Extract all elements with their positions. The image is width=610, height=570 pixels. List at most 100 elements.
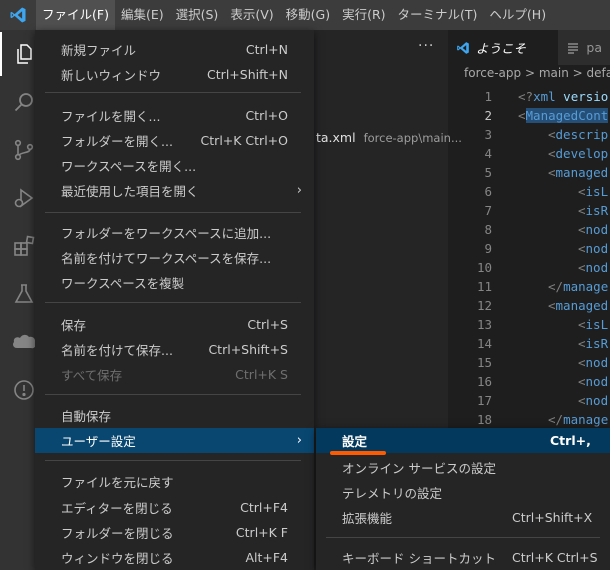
menu-item-duplicate-workspace[interactable]: ワークスペースを複製	[35, 270, 314, 295]
editor-breadcrumbs[interactable]: force-app > main > defau	[464, 66, 610, 80]
menu-item-auto-save[interactable]: 自動保存	[35, 403, 314, 428]
vscode-logo-icon[interactable]	[0, 0, 36, 30]
line-number: 14	[476, 336, 492, 351]
menu-item-add-folder-to-workspace[interactable]: フォルダーをワークスペースに追加...	[35, 220, 314, 245]
menu-item-shortcut: Ctrl+Shift+S	[208, 342, 288, 357]
line-number: 11	[476, 279, 492, 294]
menu-item-shortcut: Ctrl+K Ctrl+O	[200, 133, 288, 148]
code-line[interactable]: 18 </manage	[448, 410, 610, 429]
code-line[interactable]: 4 <develop	[448, 144, 610, 163]
menu-go[interactable]: 移動(G)	[280, 0, 336, 30]
code-line[interactable]: 1 <?xml versio	[448, 87, 610, 106]
menu-terminal[interactable]: ターミナル(T)	[392, 0, 484, 30]
code-line[interactable]: 16 <nod	[448, 372, 610, 391]
menu-selection[interactable]: 選択(S)	[170, 0, 225, 30]
menu-file[interactable]: ファイル(F)	[36, 0, 115, 30]
menu-item-shortcut: Ctrl+F4	[240, 500, 288, 515]
line-number: 8	[484, 222, 492, 237]
code-line[interactable]: 2 <ManagedCont	[448, 106, 610, 125]
code-line[interactable]: 14 <isR	[448, 334, 610, 353]
preferences-submenu: 設定 Ctrl+, オンライン サービスの設定 テレメトリの設定 拡張機能 Ct…	[316, 428, 610, 570]
menu-item-open-workspace[interactable]: ワークスペースを開く...	[35, 153, 314, 178]
menu-item-close-folder[interactable]: フォルダーを閉じる Ctrl+K F	[35, 520, 314, 545]
file-menu: 新規ファイル Ctrl+N 新しいウィンドウ Ctrl+Shift+N ファイル…	[35, 30, 314, 570]
submenu-item-label: オンライン サービスの設定	[342, 461, 496, 476]
menu-help[interactable]: ヘルプ(H)	[483, 0, 552, 30]
submenu-item-shortcut: Ctrl+,	[550, 433, 591, 448]
menu-item-preferences[interactable]: ユーザー設定 ›	[35, 428, 314, 453]
menu-item-save-workspace-as[interactable]: 名前を付けてワークスペースを保存...	[35, 245, 314, 270]
menu-item-label: フォルダーをワークスペースに追加...	[61, 226, 272, 241]
tab-welcome[interactable]: ようこそ	[448, 30, 559, 65]
menu-item-label: ユーザー設定	[61, 434, 136, 449]
tab-file[interactable]: pa	[558, 30, 610, 65]
submenu-item-settings[interactable]: 設定 Ctrl+,	[316, 428, 610, 453]
line-number: 6	[484, 184, 492, 199]
code-line[interactable]: 5 <managed	[448, 163, 610, 182]
vscode-logo-icon	[457, 41, 469, 54]
open-editor-filename: ta.xml	[316, 130, 356, 145]
menu-view[interactable]: 表示(V)	[224, 0, 279, 30]
code-line[interactable]: 7 <isR	[448, 201, 610, 220]
menu-item-open-recent[interactable]: 最近使用した項目を開く ›	[35, 178, 314, 203]
menu-item-label: エディターを閉じる	[61, 501, 173, 516]
code-line[interactable]: 3 <descrip	[448, 125, 610, 144]
code-line[interactable]: 11 </manage	[448, 277, 610, 296]
code-line[interactable]: 6 <isL	[448, 182, 610, 201]
menu-item-new-file[interactable]: 新規ファイル Ctrl+N	[35, 37, 314, 62]
line-content: <develop	[548, 146, 609, 161]
menu-run[interactable]: 実行(R)	[336, 0, 391, 30]
menu-bar: ファイル(F) 編集(E) 選択(S) 表示(V) 移動(G) 実行(R) ター…	[0, 0, 610, 30]
menu-item-save[interactable]: 保存 Ctrl+S	[35, 312, 314, 337]
menu-item-shortcut: Ctrl+Shift+N	[207, 67, 288, 82]
file-lines-icon	[568, 42, 579, 54]
more-actions-icon[interactable]: ···	[418, 38, 434, 54]
line-content: </manage	[548, 412, 609, 427]
menu-item-label: 新しいウィンドウ	[61, 68, 162, 83]
menu-item-save-as[interactable]: 名前を付けて保存... Ctrl+Shift+S	[35, 337, 314, 362]
menu-separator	[45, 92, 301, 93]
code-line[interactable]: 12 <managed	[448, 296, 610, 315]
line-number: 16	[476, 374, 492, 389]
line-content: <ManagedCont	[518, 108, 609, 123]
line-number: 17	[476, 393, 492, 408]
submenu-item-keyboard-shortcuts[interactable]: キーボード ショートカット Ctrl+K Ctrl+S	[316, 545, 610, 570]
menu-separator	[45, 460, 301, 461]
menu-item-revert-file[interactable]: ファイルを元に戻す	[35, 469, 314, 494]
submenu-item-extensions[interactable]: 拡張機能 Ctrl+Shift+X	[316, 505, 610, 530]
code-line[interactable]: 8 <nod	[448, 220, 610, 239]
menu-item-label: ファイルを開く...	[61, 109, 161, 124]
submenu-item-telemetry-settings[interactable]: テレメトリの設定	[316, 480, 610, 505]
menu-edit[interactable]: 編集(E)	[115, 0, 170, 30]
menu-item-close-editor[interactable]: エディターを閉じる Ctrl+F4	[35, 495, 314, 520]
submenu-item-shortcut: Ctrl+Shift+X	[512, 510, 593, 525]
line-number: 5	[484, 165, 492, 180]
menu-item-open-folder[interactable]: フォルダーを開く... Ctrl+K Ctrl+O	[35, 128, 314, 153]
code-line[interactable]: 10 <nod	[448, 258, 610, 277]
menu-item-label: 名前を付けてワークスペースを保存...	[61, 251, 272, 266]
menu-item-close-window[interactable]: ウィンドウを閉じる Alt+F4	[35, 545, 314, 570]
line-number: 9	[484, 241, 492, 256]
menu-separator	[45, 394, 301, 395]
line-content: <managed	[548, 298, 609, 313]
line-number: 12	[476, 298, 492, 313]
menu-separator	[45, 302, 301, 303]
submenu-item-label: 設定	[342, 434, 368, 449]
submenu-item-label: テレメトリの設定	[342, 486, 443, 501]
line-number: 1	[484, 89, 492, 104]
code-line[interactable]: 13 <isL	[448, 315, 610, 334]
menu-item-label: ウィンドウを閉じる	[61, 551, 174, 566]
menu-item-label: ワークスペースを複製	[61, 276, 185, 291]
code-line[interactable]: 15 <nod	[448, 353, 610, 372]
line-content: <isR	[578, 203, 609, 218]
line-content: <nod	[578, 355, 609, 370]
menu-item-shortcut: Ctrl+N	[245, 42, 288, 57]
open-editor-entry[interactable]: ta.xml force-app\main...	[316, 130, 462, 145]
code-line[interactable]: 9 <nod	[448, 239, 610, 258]
submenu-item-label: キーボード ショートカット	[342, 551, 496, 566]
menu-item-label: すべて保存	[61, 368, 123, 383]
submenu-item-online-services-settings[interactable]: オンライン サービスの設定	[316, 455, 610, 480]
menu-item-open-file[interactable]: ファイルを開く... Ctrl+O	[35, 103, 314, 128]
code-line[interactable]: 17 <nod	[448, 391, 610, 410]
menu-item-new-window[interactable]: 新しいウィンドウ Ctrl+Shift+N	[35, 62, 314, 87]
